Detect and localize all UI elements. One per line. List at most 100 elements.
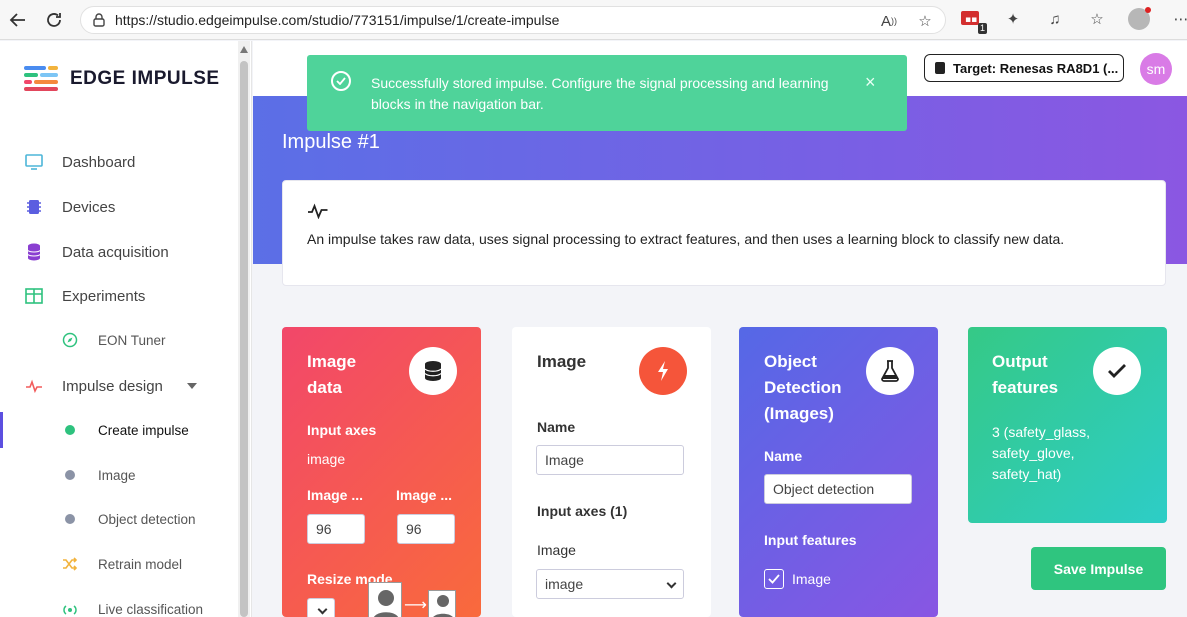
block-title: Object Detection (Images) <box>764 352 842 423</box>
sidebar-item-label: Image <box>98 467 136 483</box>
logo-text: EDGE IMPULSE <box>70 68 220 89</box>
favorites-icon[interactable]: ☆ <box>1086 8 1108 30</box>
save-impulse-button[interactable]: Save Impulse <box>1031 547 1166 590</box>
toast-message: Successfully stored impulse. Configure t… <box>371 75 829 112</box>
check-icon <box>1093 347 1141 395</box>
dot-icon <box>62 511 78 527</box>
input-axes-label: Input axes (1) <box>537 503 628 519</box>
sidebar-item-label: EON Tuner <box>98 332 166 348</box>
block-title: Image data <box>307 352 357 397</box>
sidebar-item-label: Impulse design <box>62 377 163 395</box>
sidebar-scroll-thumb[interactable] <box>240 61 248 617</box>
sidebar-item-impulse-design[interactable]: Impulse design <box>24 374 197 398</box>
chevron-down-icon <box>666 578 677 589</box>
chip-icon <box>24 197 44 217</box>
grid-icon <box>24 286 44 306</box>
url-text: https://studio.edgeimpulse.com/studio/77… <box>115 12 560 28</box>
sidebar-item-label: Experiments <box>62 287 146 305</box>
output-features-value: 3 (safety_glass, safety_glove, safety_ha… <box>992 424 1091 482</box>
profile-avatar[interactable] <box>1128 7 1151 30</box>
sidebar-item-data-acquisition[interactable]: Data acquisition <box>24 240 169 264</box>
input-axes-value: image <box>307 451 346 467</box>
sidebar-item-eon-tuner[interactable]: EON Tuner <box>62 329 166 351</box>
object-detection-block: Object Detection (Images) Name Object de… <box>739 327 938 617</box>
sidebar-item-create-impulse[interactable]: Create impulse <box>62 419 189 441</box>
input-axes-label: Input axes <box>307 422 377 438</box>
reload-icon <box>47 13 61 27</box>
database-icon <box>24 242 44 262</box>
block-title: Output features <box>992 352 1059 397</box>
sidebar-item-live-classification[interactable]: Live classification <box>62 598 203 617</box>
reload-button[interactable] <box>36 2 72 38</box>
info-text: An impulse takes raw data, uses signal p… <box>307 231 1065 247</box>
axis-label: Image <box>537 542 576 558</box>
image-height-input[interactable]: 96 <box>397 514 455 544</box>
sidebar-item-label: Dashboard <box>62 153 136 171</box>
sidebar-item-retrain-model[interactable]: Retrain model <box>62 553 182 575</box>
feature-item-label: Image <box>792 571 831 587</box>
sidebar-item-devices[interactable]: Devices <box>24 195 115 219</box>
resize-after-person-icon <box>428 590 456 617</box>
lightning-icon <box>639 347 687 395</box>
sidebar-item-dashboard[interactable]: Dashboard <box>24 150 135 174</box>
resize-mode-select[interactable] <box>307 598 335 617</box>
monitor-icon <box>24 152 44 172</box>
check-circle-icon <box>331 71 351 91</box>
output-features-block: Output features 3 (safety_glass, safety_… <box>968 327 1167 523</box>
logo-icon <box>24 66 58 91</box>
target-device-button[interactable]: Target: Renesas RA8D1 (... <box>924 54 1124 82</box>
resize-before-person-icon <box>368 582 402 617</box>
svg-text:▪▪: ▪▪ <box>965 15 977 25</box>
chip-icon <box>935 62 945 74</box>
image-width-label: Image ... <box>307 487 364 503</box>
sidebar-item-image[interactable]: Image <box>62 464 136 486</box>
back-arrow-icon <box>9 13 25 27</box>
dot-icon <box>62 467 78 483</box>
arrow-right-icon: ⟶ <box>404 597 427 614</box>
database-icon <box>409 347 457 395</box>
active-indicator <box>0 412 3 448</box>
shuffle-icon <box>62 556 78 572</box>
chevron-down-icon <box>317 604 328 615</box>
image-name-input[interactable]: Image <box>536 445 684 475</box>
image-feature-checkbox[interactable] <box>764 569 784 589</box>
image-width-input[interactable]: 96 <box>307 514 365 544</box>
media-icon[interactable]: ♫ <box>1044 8 1066 30</box>
checkmark-icon <box>768 574 780 584</box>
sidebar: EDGE IMPULSE Dashboard Devices Data acqu… <box>0 41 252 617</box>
info-card: An impulse takes raw data, uses signal p… <box>282 180 1166 286</box>
sidebar-item-label: Retrain model <box>98 556 183 572</box>
back-button[interactable] <box>0 2 36 38</box>
more-menu-icon[interactable]: ⋯ <box>1170 8 1187 30</box>
pulse-icon <box>307 203 329 224</box>
image-data-block: Image data Input axes image Image ... Im… <box>282 327 481 617</box>
lock-icon <box>91 12 107 28</box>
extension-icon[interactable]: ▪▪ 1 <box>960 8 987 34</box>
user-avatar[interactable]: sm <box>1140 53 1172 85</box>
input-features-label: Input features <box>764 532 857 548</box>
address-bar[interactable]: https://studio.edgeimpulse.com/studio/77… <box>80 6 946 34</box>
sidebar-item-label: Data acquisition <box>62 243 169 261</box>
sidebar-item-experiments[interactable]: Experiments <box>24 284 145 308</box>
favorite-star-icon[interactable]: ☆ <box>915 11 935 31</box>
detection-name-input[interactable]: Object detection <box>764 474 912 504</box>
active-dot-icon <box>62 422 78 438</box>
scroll-up-arrow-icon[interactable] <box>240 46 248 53</box>
name-label: Name <box>537 419 576 435</box>
edge-impulse-logo[interactable]: EDGE IMPULSE <box>24 66 220 92</box>
puzzle-icon[interactable]: ✦ <box>1002 8 1024 30</box>
browser-toolbar: https://studio.edgeimpulse.com/studio/77… <box>0 0 1187 40</box>
extension-badge: 1 <box>977 23 987 34</box>
image-processing-block: Image Name Image Input axes (1) Image im… <box>512 327 711 617</box>
name-label: Name <box>764 448 803 464</box>
chevron-down-icon[interactable] <box>186 383 197 389</box>
sidebar-item-label: Devices <box>62 198 116 216</box>
success-toast: Successfully stored impulse. Configure t… <box>307 55 907 131</box>
image-height-label: Image ... <box>396 487 453 503</box>
read-aloud-icon[interactable]: A)) <box>879 11 899 31</box>
close-icon[interactable]: × <box>865 72 876 93</box>
flask-icon <box>866 347 914 395</box>
input-axis-select[interactable]: image <box>536 569 684 599</box>
sidebar-item-object-detection[interactable]: Object detection <box>62 508 196 530</box>
block-title: Image <box>537 352 587 371</box>
